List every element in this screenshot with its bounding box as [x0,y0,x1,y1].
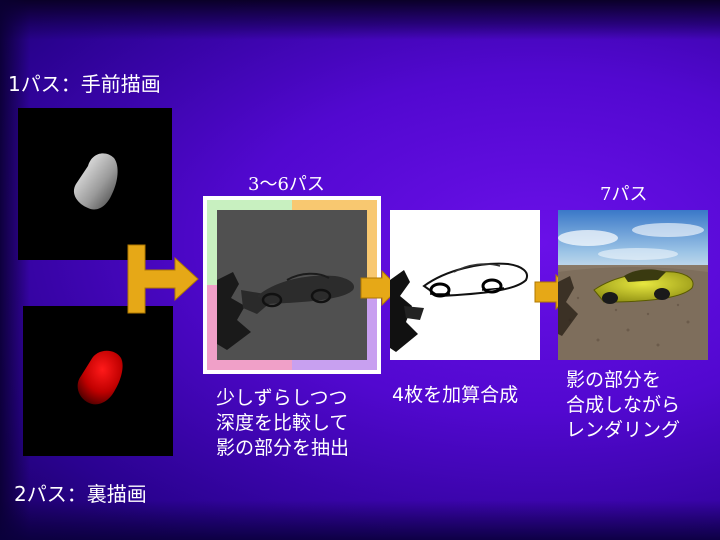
merge-arrow [127,244,199,314]
caption-line: 合成しながら [566,394,681,416]
pass1-label: 1パス：手前描画 [8,72,161,96]
accumulate-caption: 4枚を加算合成 [392,384,519,406]
caption-line: レンダリング [566,419,681,441]
pass2-label: 2パス：裏描画 [14,482,147,506]
shift-compare-caption: 少しずらしつつ 深度を比較して 影の部分を抽出 [216,386,349,461]
pass3to6-label: 3～6パス [248,174,325,195]
shadow-image [217,210,367,360]
shadow-extract-panel [203,196,381,374]
caption-line: 影の部分を [566,369,662,391]
final-render-panel [558,210,708,360]
render-caption: 影の部分を 合成しながら レンダリング [566,368,680,443]
pass7-label: 7パス [600,184,648,205]
caption-line: 深度を比較して [216,412,349,434]
caption-line: 少しずらしつつ [216,387,348,409]
accumulated-shadow-panel [390,210,540,360]
back-depth-render [23,306,173,456]
caption-line: 影の部分を抽出 [216,437,350,459]
top-shade [0,0,720,40]
front-depth-render [18,108,172,260]
